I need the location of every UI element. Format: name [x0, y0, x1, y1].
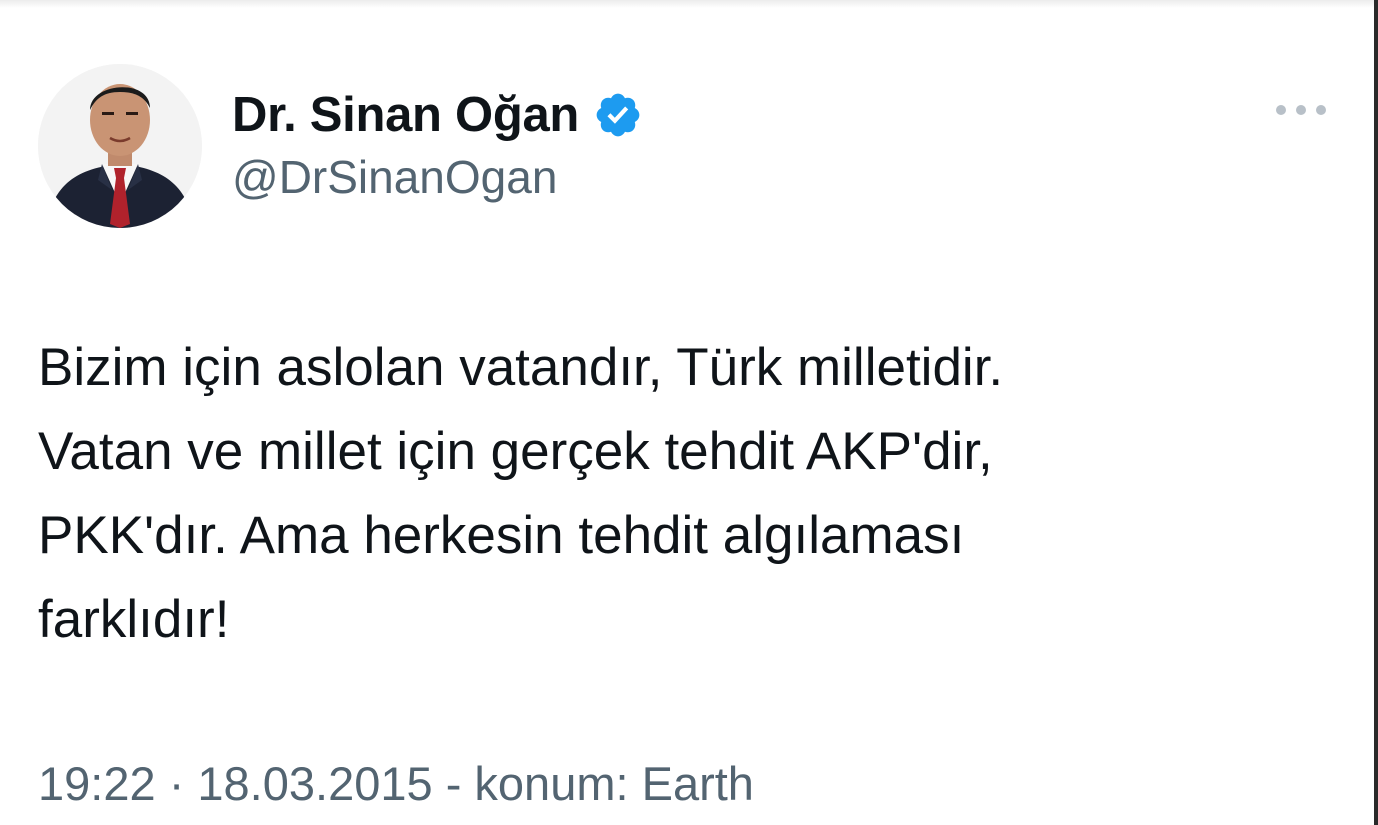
avatar-portrait: [38, 64, 202, 228]
meta-separator: ·: [168, 757, 185, 810]
tweet-time[interactable]: 19:22: [38, 757, 156, 810]
top-shade: [0, 0, 1378, 8]
tweet-text: Bizim için aslolan vatandır, Türk millet…: [38, 326, 1238, 662]
user-handle[interactable]: @DrSinanOgan: [232, 150, 643, 204]
tweet-location: - konum: Earth: [445, 757, 754, 810]
right-edge: [1374, 0, 1378, 825]
name-row: Dr. Sinan Oğan: [232, 84, 643, 146]
more-options-icon: [1276, 105, 1326, 115]
tweet-text-line: farklıdır!: [38, 590, 230, 649]
verified-badge-icon[interactable]: [593, 90, 643, 140]
tweet-date[interactable]: 18.03.2015: [197, 757, 432, 810]
display-name[interactable]: Dr. Sinan Oğan: [232, 87, 579, 143]
tweet-text-line: Vatan ve millet için gerçek tehdit AKP'd…: [38, 422, 993, 481]
author-block: Dr. Sinan Oğan @DrSinanOgan: [232, 84, 643, 204]
tweet-page: Dr. Sinan Oğan @DrSinanOgan Bizim için a…: [0, 0, 1378, 825]
more-options-button[interactable]: [1266, 92, 1336, 128]
tweet-text-line: Bizim için aslolan vatandır, Türk millet…: [38, 338, 1004, 397]
avatar[interactable]: [38, 64, 202, 228]
tweet-text-line: PKK'dır. Ama herkesin tehdit algılaması: [38, 506, 965, 565]
tweet-meta: 19:22 · 18.03.2015 - konum: Earth: [38, 756, 754, 811]
